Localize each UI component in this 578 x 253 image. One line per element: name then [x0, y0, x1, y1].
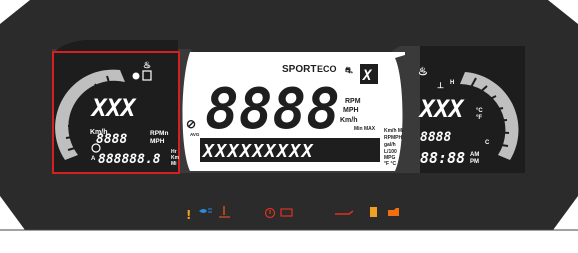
- tire-pressure-icon: ⛐: [345, 65, 353, 75]
- gauge-h-label: H: [450, 80, 454, 86]
- alpha-unit-3: gal/h: [384, 142, 396, 148]
- instrument-cluster: ♨ XXX Km/h 8888 RPMn MPH A 888888.8 Hr K…: [0, 0, 578, 253]
- left-rate-unit-2: MPH: [150, 138, 165, 145]
- gauge-c-label: C: [485, 140, 490, 146]
- alpha-unit-1: Km/h Mi: [384, 128, 404, 134]
- alpha-unit-6: °F °C: [384, 161, 396, 167]
- temp-unit-f: °F: [476, 115, 482, 121]
- cruise-icon: ⊘: [186, 117, 196, 131]
- odometer-value: 888888.8: [98, 152, 161, 167]
- warning-icon: !: [186, 208, 191, 222]
- odometer-prefix: A: [91, 156, 96, 162]
- clock-pm: PM: [470, 159, 479, 165]
- right-temp-digits: XXX: [418, 95, 465, 123]
- indicator-dot-icon: [132, 72, 140, 80]
- left-rate-unit-1: RPMn: [150, 130, 168, 137]
- avg-label: AVG: [190, 132, 200, 137]
- left-digits-top: XXX: [90, 94, 137, 122]
- clock-am: AM: [470, 152, 479, 158]
- alpha-row: XXXXXXXXX: [201, 141, 314, 162]
- main-unit-rpm: RPM: [345, 98, 361, 105]
- eco-label: ECO: [317, 64, 337, 74]
- right-small-digits: 8888: [420, 130, 451, 145]
- main-unit-kmh: Km/h: [340, 117, 358, 124]
- sport-label: SPORT: [282, 64, 316, 75]
- gear-digit: X: [362, 68, 373, 84]
- left-digits-mid: 8888: [96, 132, 127, 147]
- main-digits: 8888: [205, 77, 340, 142]
- main-min: Min: [354, 126, 363, 132]
- clock-display: 88:88: [420, 149, 465, 167]
- main-max: MAX: [364, 126, 376, 132]
- temp-gauge-icon: ⊥: [437, 81, 444, 90]
- heated-grip-icon: ♨: [143, 60, 151, 70]
- cluster-svg: ♨ XXX Km/h 8888 RPMn MPH A 888888.8 Hr K…: [0, 0, 578, 231]
- odo-unit-mi: Mi: [171, 161, 177, 167]
- temp-unit-c: °C: [476, 108, 483, 114]
- fuel-icon: [370, 207, 377, 217]
- main-unit-mph: MPH: [343, 107, 359, 114]
- seat-heat-icon: ♨: [418, 66, 428, 78]
- alpha-unit-2: RPMPH: [384, 135, 402, 141]
